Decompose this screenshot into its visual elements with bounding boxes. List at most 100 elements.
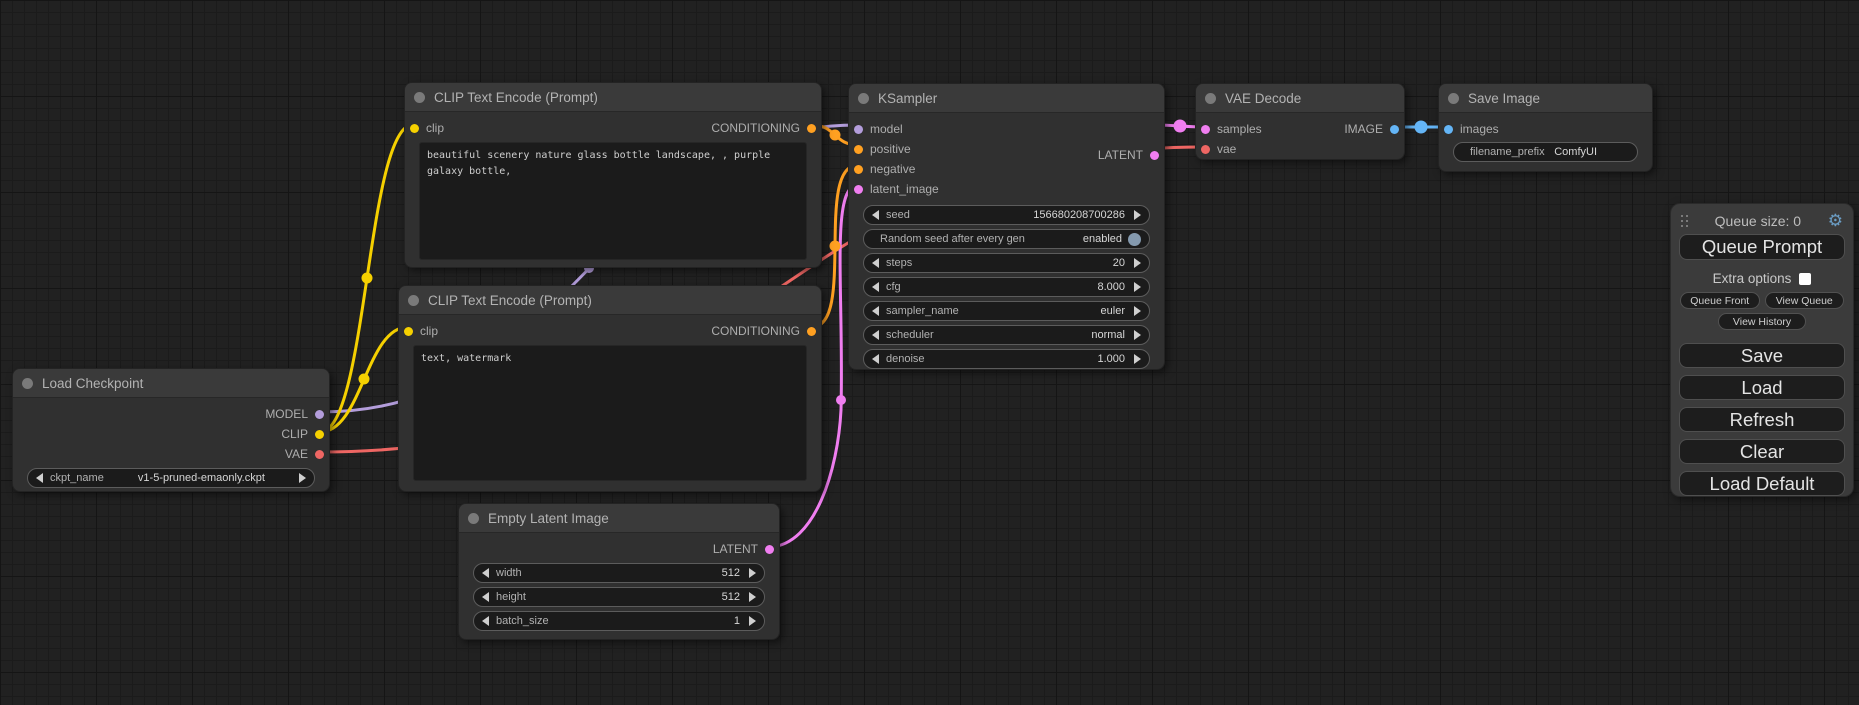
widget-seed[interactable]: seed 156680208700286 bbox=[863, 205, 1150, 225]
increment-arrow-icon[interactable] bbox=[299, 473, 306, 483]
node-title-bar[interactable]: CLIP Text Encode (Prompt) bbox=[399, 286, 821, 315]
link-midpoint-dot[interactable] bbox=[359, 374, 370, 385]
widget-value: 1.000 bbox=[1097, 353, 1125, 365]
node-ksampler[interactable]: KSampler model positive negative latent_… bbox=[848, 83, 1165, 370]
prompt-text-area[interactable]: text, watermark bbox=[413, 345, 807, 481]
link-midpoint-dot[interactable] bbox=[1174, 120, 1187, 133]
decrement-arrow-icon[interactable] bbox=[872, 282, 879, 292]
input-slot-dot[interactable] bbox=[854, 165, 863, 174]
decrement-arrow-icon[interactable] bbox=[482, 592, 489, 602]
widget-sampler-name[interactable]: sampler_name euler bbox=[863, 301, 1150, 321]
collapse-dot-icon[interactable] bbox=[858, 93, 869, 104]
node-clip-text-encode-negative[interactable]: CLIP Text Encode (Prompt) clip CONDITION… bbox=[398, 285, 822, 492]
save-button[interactable]: Save bbox=[1679, 343, 1845, 368]
increment-arrow-icon[interactable] bbox=[749, 592, 756, 602]
node-title-bar[interactable]: CLIP Text Encode (Prompt) bbox=[405, 83, 821, 112]
node-vae-decode[interactable]: VAE Decode samples IMAGE vae bbox=[1195, 83, 1405, 160]
gear-icon[interactable]: ⚙ bbox=[1828, 212, 1843, 229]
input-slot-dot[interactable] bbox=[1444, 125, 1453, 134]
link-midpoint-dot[interactable] bbox=[830, 130, 841, 141]
output-slot-dot[interactable] bbox=[315, 450, 324, 459]
input-slot-images: images bbox=[1439, 119, 1652, 139]
widget-label: steps bbox=[886, 257, 912, 269]
node-clip-text-encode-positive[interactable]: CLIP Text Encode (Prompt) clip CONDITION… bbox=[404, 82, 822, 268]
clear-button[interactable]: Clear bbox=[1679, 439, 1845, 464]
increment-arrow-icon[interactable] bbox=[1134, 330, 1141, 340]
input-slot-dot[interactable] bbox=[404, 327, 413, 336]
widget-batch-size[interactable]: batch_size 1 bbox=[473, 611, 765, 631]
decrement-arrow-icon[interactable] bbox=[482, 616, 489, 626]
input-slot-dot[interactable] bbox=[1201, 145, 1210, 154]
input-slot-dot[interactable] bbox=[854, 185, 863, 194]
collapse-dot-icon[interactable] bbox=[408, 295, 419, 306]
collapse-dot-icon[interactable] bbox=[1448, 93, 1459, 104]
collapse-dot-icon[interactable] bbox=[1205, 93, 1216, 104]
output-slot-dot[interactable] bbox=[807, 124, 816, 133]
widget-height[interactable]: height 512 bbox=[473, 587, 765, 607]
increment-arrow-icon[interactable] bbox=[1134, 306, 1141, 316]
widget-scheduler[interactable]: scheduler normal bbox=[863, 325, 1150, 345]
view-history-button[interactable]: View History bbox=[1718, 313, 1806, 330]
output-slot-dot[interactable] bbox=[765, 545, 774, 554]
queue-front-button[interactable]: Queue Front bbox=[1680, 292, 1760, 309]
widget-ckpt-name[interactable]: ckpt_name v1-5-pruned-emaonly.ckpt bbox=[27, 468, 315, 488]
node-title-bar[interactable]: Load Checkpoint bbox=[13, 369, 329, 398]
output-slot-dot[interactable] bbox=[315, 410, 324, 419]
widget-width[interactable]: width 512 bbox=[473, 563, 765, 583]
load-default-button[interactable]: Load Default bbox=[1679, 471, 1845, 496]
node-title-bar[interactable]: Empty Latent Image bbox=[459, 504, 779, 533]
link-midpoint-dot[interactable] bbox=[1415, 121, 1428, 134]
decrement-arrow-icon[interactable] bbox=[872, 354, 879, 364]
output-slot-model: MODEL bbox=[13, 404, 329, 424]
link-midpoint-dot[interactable] bbox=[362, 273, 373, 284]
input-label: latent_image bbox=[870, 182, 939, 196]
decrement-arrow-icon[interactable] bbox=[872, 306, 879, 316]
widget-random-seed-toggle[interactable]: Random seed after every gen enabled bbox=[863, 229, 1150, 249]
node-title-bar[interactable]: Save Image bbox=[1439, 84, 1652, 113]
widget-denoise[interactable]: denoise 1.000 bbox=[863, 349, 1150, 369]
collapse-dot-icon[interactable] bbox=[22, 378, 33, 389]
collapse-dot-icon[interactable] bbox=[468, 513, 479, 524]
decrement-arrow-icon[interactable] bbox=[36, 473, 43, 483]
link-midpoint-dot[interactable] bbox=[830, 241, 841, 252]
node-save-image[interactable]: Save Image images filename_prefix ComfyU… bbox=[1438, 83, 1653, 172]
view-queue-button[interactable]: View Queue bbox=[1765, 292, 1845, 309]
output-slot-dot[interactable] bbox=[315, 430, 324, 439]
link-midpoint-dot[interactable] bbox=[836, 395, 846, 405]
toggle-enabled-icon[interactable] bbox=[1128, 233, 1141, 246]
drag-handle-icon[interactable] bbox=[1681, 215, 1688, 227]
node-title-bar[interactable]: VAE Decode bbox=[1196, 84, 1404, 113]
output-slot-dot[interactable] bbox=[1390, 125, 1399, 134]
prompt-text-area[interactable]: beautiful scenery nature glass bottle la… bbox=[419, 142, 807, 260]
input-slot-dot[interactable] bbox=[1201, 125, 1210, 134]
decrement-arrow-icon[interactable] bbox=[872, 210, 879, 220]
widget-cfg[interactable]: cfg 8.000 bbox=[863, 277, 1150, 297]
widget-label: cfg bbox=[886, 281, 901, 293]
extra-options-checkbox[interactable] bbox=[1799, 273, 1811, 285]
widget-filename-prefix[interactable]: filename_prefix ComfyUI bbox=[1453, 142, 1638, 162]
widget-label: height bbox=[496, 591, 526, 603]
widget-label: sampler_name bbox=[886, 305, 959, 317]
decrement-arrow-icon[interactable] bbox=[482, 568, 489, 578]
node-title-bar[interactable]: KSampler bbox=[849, 84, 1164, 113]
queue-prompt-button[interactable]: Queue Prompt bbox=[1679, 234, 1845, 260]
increment-arrow-icon[interactable] bbox=[749, 616, 756, 626]
decrement-arrow-icon[interactable] bbox=[872, 330, 879, 340]
output-slot-dot[interactable] bbox=[1150, 151, 1159, 160]
increment-arrow-icon[interactable] bbox=[1134, 258, 1141, 268]
input-slot-dot[interactable] bbox=[410, 124, 419, 133]
increment-arrow-icon[interactable] bbox=[749, 568, 756, 578]
refresh-button[interactable]: Refresh bbox=[1679, 407, 1845, 432]
increment-arrow-icon[interactable] bbox=[1134, 210, 1141, 220]
node-empty-latent-image[interactable]: Empty Latent Image LATENT width 512 heig… bbox=[458, 503, 780, 640]
collapse-dot-icon[interactable] bbox=[414, 92, 425, 103]
decrement-arrow-icon[interactable] bbox=[872, 258, 879, 268]
widget-steps[interactable]: steps 20 bbox=[863, 253, 1150, 273]
widget-value: 8.000 bbox=[1097, 281, 1125, 293]
output-slot-dot[interactable] bbox=[807, 327, 816, 336]
input-slot-dot[interactable] bbox=[854, 125, 863, 134]
node-load-checkpoint[interactable]: Load Checkpoint MODEL CLIP VAE ckpt_name… bbox=[12, 368, 330, 492]
increment-arrow-icon[interactable] bbox=[1134, 354, 1141, 364]
increment-arrow-icon[interactable] bbox=[1134, 282, 1141, 292]
load-button[interactable]: Load bbox=[1679, 375, 1845, 400]
